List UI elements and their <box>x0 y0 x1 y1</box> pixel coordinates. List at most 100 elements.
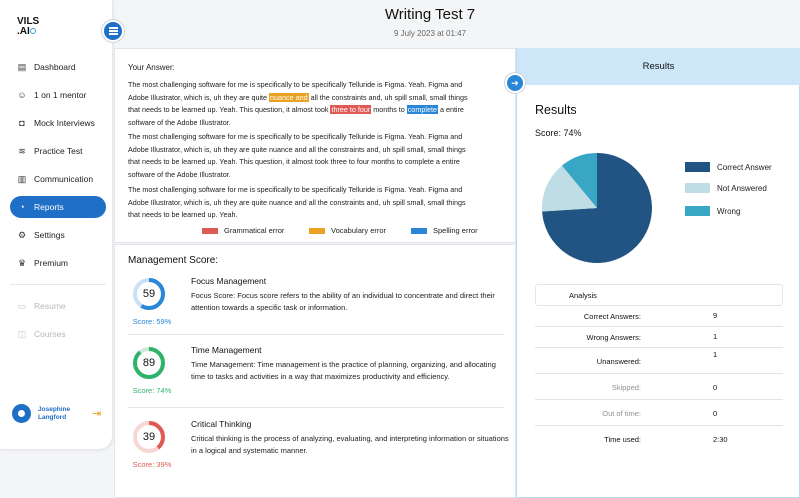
expand-results-button[interactable]: ➔ <box>505 73 525 93</box>
mentor-icon: ☺ <box>17 90 27 100</box>
gear-icon: ⚙ <box>17 229 27 240</box>
legend-swatch <box>685 206 710 216</box>
sidebar-item-label: 1 on 1 mentor <box>34 90 87 100</box>
score-value: 89 <box>142 357 156 369</box>
results-tab[interactable]: Results <box>517 48 800 85</box>
clipboard-icon: ▤ <box>17 61 27 72</box>
sidebar-item-courses: ◫ Courses <box>10 323 106 345</box>
results-pie-chart <box>542 153 652 263</box>
page-date: 9 July 2023 at 01:47 <box>393 29 467 38</box>
skill-description: Time Management: Time management is the … <box>191 360 496 381</box>
app-root: VILS .AI ▤ Dashboard ☺ 1 on 1 mentor ◘ M… <box>0 0 800 498</box>
sidebar-item-label: Dashboard <box>34 62 76 72</box>
book-icon: ▥ <box>17 173 27 184</box>
analysis-key: Unanswered: <box>596 357 641 366</box>
legend-label: Grammatical error <box>224 226 285 235</box>
results-score: Score: 74% <box>535 128 582 138</box>
sidebar-item-label: Reports <box>34 202 64 212</box>
analysis-row: Skipped: 0 <box>535 374 783 400</box>
skill-score: Score: 39% <box>132 460 172 469</box>
sidebar-divider <box>10 284 106 285</box>
analysis-table: Analysis Correct Answers: 9 Wrong Answer… <box>535 284 783 452</box>
sidebar: VILS .AI ▤ Dashboard ☺ 1 on 1 mentor ◘ M… <box>0 0 113 450</box>
skill-divider <box>128 334 504 335</box>
logo-dot-icon <box>29 28 36 35</box>
skill-divider <box>128 407 504 408</box>
analysis-header: Analysis <box>535 284 783 306</box>
analysis-row: Wrong Answers: 1 <box>535 327 783 348</box>
analysis-value: 0 <box>713 409 718 418</box>
legend-label: Spelling error <box>433 226 478 235</box>
pie-legend-not-answered: Not Answered <box>685 183 795 193</box>
analysis-row: Unanswered: 1 <box>535 348 783 374</box>
skill-score: Score: 59% <box>132 317 172 326</box>
sidebar-item-mock-interviews[interactable]: ◘ Mock Interviews <box>10 112 106 134</box>
robot-icon: ◘ <box>19 118 25 128</box>
score-value: 39 <box>142 431 156 443</box>
analysis-value: 9 <box>713 311 718 320</box>
logo: VILS .AI <box>17 17 41 41</box>
reports-icon: ◔ <box>19 202 25 212</box>
spelling-error-highlight[interactable]: complete <box>406 105 438 114</box>
results-heading: Results <box>535 103 577 117</box>
sidebar-item-label: Courses <box>34 329 66 339</box>
vocabulary-error-highlight[interactable]: nuance and <box>269 92 309 102</box>
pie-legend-wrong: Wrong <box>685 206 795 216</box>
analysis-key: Time used: <box>604 435 641 444</box>
legend-spelling: Spelling error <box>411 226 478 235</box>
sidebar-item-dashboard[interactable]: ▤ Dashboard <box>10 56 106 78</box>
logout-icon[interactable]: ⇥ <box>92 408 104 420</box>
answer-paragraph: The most challenging software for me is … <box>128 185 466 219</box>
sidebar-item-reports[interactable]: ◔ Reports <box>10 196 106 218</box>
sidebar-item-label: Premium <box>34 258 69 268</box>
analysis-value: 2:30 <box>713 435 728 444</box>
legend-swatch <box>685 183 710 193</box>
legend-label: Vocabulary error <box>331 226 387 235</box>
legend-swatch <box>411 227 427 234</box>
pie-legend-correct: Correct Answer <box>685 162 795 172</box>
arrow-right-icon: ➔ <box>511 78 519 88</box>
legend-swatch <box>685 162 710 172</box>
answer-text: months to <box>371 105 407 114</box>
analysis-value: 1 <box>713 332 718 341</box>
sidebar-item-settings[interactable]: ⚙ Settings <box>10 224 106 246</box>
user-icon <box>18 410 25 417</box>
legend-swatch <box>202 227 218 234</box>
answer-label: Your Answer: <box>128 63 175 72</box>
hamburger-icon <box>108 30 118 32</box>
sidebar-item-label: Practice Test <box>34 146 83 156</box>
answer-paragraph: The most challenging software for me is … <box>128 79 474 129</box>
analysis-row: Out of time: 0 <box>535 400 783 426</box>
analysis-key: Out of time: <box>602 409 641 418</box>
skill-description: Focus Score: Focus score refers to the a… <box>191 291 495 312</box>
logo-text-bottom: .AI <box>17 26 30 37</box>
legend-grammatical: Grammatical error <box>202 226 284 235</box>
avatar <box>12 404 31 423</box>
sidebar-item-practice-test[interactable]: ≋ Practice Test <box>10 140 106 162</box>
sidebar-item-premium[interactable]: ♛ Premium <box>10 252 106 274</box>
sidebar-item-label: Resume <box>34 301 66 311</box>
analysis-key: Correct Answers: <box>583 312 641 321</box>
results-panel: Results Results Score: 74% Correct Answe… <box>516 48 800 498</box>
analysis-row: Time used: 2:30 <box>535 426 783 452</box>
analysis-value: 0 <box>713 383 718 392</box>
answer-paragraph: The most challenging software for me is … <box>128 132 466 179</box>
sidebar-item-resume: ▭ Resume <box>10 295 106 317</box>
legend-label: Correct Answer <box>717 162 772 172</box>
user-profile[interactable]: Josephine Langford <box>12 404 78 423</box>
analysis-key: Wrong Answers: <box>586 333 641 342</box>
sidebar-item-label: Settings <box>34 230 65 240</box>
sidebar-item-label: Communication <box>34 174 94 184</box>
skill-description: Critical thinking is the process of anal… <box>191 434 509 455</box>
resume-icon: ▭ <box>17 300 27 311</box>
analysis-row: Correct Answers: 9 <box>535 306 783 327</box>
menu-toggle-button[interactable] <box>102 20 124 42</box>
skill-score: Score: 74% <box>132 386 172 395</box>
answer-panel: Your Answer: The most challenging softwa… <box>114 48 516 243</box>
management-score-panel: Management Score: 59 Score: 59% Focus Ma… <box>114 244 516 498</box>
management-score-title: Management Score: <box>128 255 219 266</box>
sidebar-item-mentor[interactable]: ☺ 1 on 1 mentor <box>10 84 106 106</box>
skill-name: Critical Thinking <box>191 419 252 429</box>
sidebar-item-communication[interactable]: ▥ Communication <box>10 168 106 190</box>
grammatical-error-highlight[interactable]: three to four <box>330 105 372 114</box>
